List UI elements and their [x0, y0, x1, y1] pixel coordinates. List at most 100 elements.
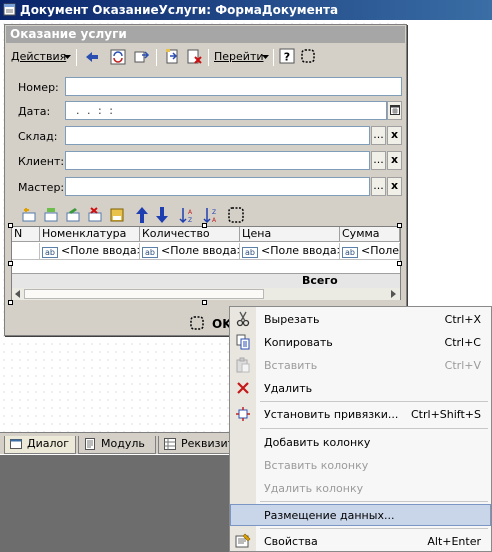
- column-header-price[interactable]: Цена: [240, 227, 340, 242]
- menu-item-label: Свойства: [264, 535, 318, 548]
- cell-placeholder: <Поле ввода>: [361, 244, 400, 257]
- selection-handle[interactable]: [397, 223, 402, 228]
- svg-text:A: A: [212, 217, 217, 224]
- master-clear-button[interactable]: x: [387, 177, 402, 196]
- master-label: Мастер:: [18, 181, 65, 194]
- dotted-square-icon[interactable]: [300, 48, 316, 64]
- menu-item-shortcut: Ctrl+V: [444, 359, 481, 372]
- menu-item-insert-column[interactable]: Вставить колонку: [230, 454, 491, 476]
- cell-placeholder: <Поле ввода>: [61, 244, 140, 257]
- svg-text:?: ?: [284, 51, 290, 64]
- module-icon: [85, 438, 95, 450]
- menu-item-shortcut: Ctrl+X: [444, 313, 481, 326]
- toolbar-separator: [273, 49, 274, 66]
- form-window[interactable]: Оказание услуги Действия Перейти ? Номер…: [4, 24, 407, 336]
- cell-placeholder: <Поле ввода>: [161, 244, 240, 257]
- document-arrow-icon[interactable]: [164, 48, 181, 65]
- menu-item-label: Добавить колонку: [264, 436, 371, 449]
- selection-handle[interactable]: [202, 223, 207, 228]
- menu-item-set-bindings[interactable]: Установить привязки... Ctrl+Shift+S: [230, 403, 491, 425]
- sort-ascending-icon[interactable]: AZ: [179, 206, 197, 224]
- selection-handle[interactable]: [8, 223, 13, 228]
- warehouse-field[interactable]: [65, 126, 370, 145]
- selection-handle[interactable]: [8, 261, 13, 266]
- svg-text:A: A: [188, 209, 193, 216]
- column-header-quantity[interactable]: Количество: [140, 227, 240, 242]
- client-select-button[interactable]: ...: [371, 151, 386, 170]
- arrow-left-icon[interactable]: [84, 49, 100, 65]
- menu-item-data-placement[interactable]: Размещение данных...: [230, 504, 491, 526]
- scrollbar-thumb[interactable]: [24, 289, 264, 299]
- properties-icon: [235, 533, 251, 548]
- warehouse-select-button[interactable]: ...: [371, 126, 386, 145]
- menu-item-copy[interactable]: Копировать Ctrl+C: [230, 331, 491, 353]
- master-field[interactable]: [65, 177, 370, 196]
- menu-item-label: Вырезать: [264, 313, 320, 326]
- goto-menu[interactable]: Перейти: [214, 50, 264, 63]
- tab-module[interactable]: Модуль: [78, 436, 156, 454]
- form-title: Оказание услуги: [10, 27, 127, 41]
- horizontal-scrollbar[interactable]: [12, 288, 400, 300]
- selection-handle[interactable]: [202, 300, 207, 305]
- selection-handle[interactable]: [8, 300, 13, 305]
- end-edit-icon[interactable]: [109, 207, 125, 223]
- number-field[interactable]: [65, 77, 402, 96]
- column-header-item[interactable]: Номенклатура: [40, 227, 140, 242]
- dotted-square-icon[interactable]: [227, 206, 245, 224]
- tab-dialog-label: Диалог: [27, 437, 70, 450]
- attributes-icon: [164, 438, 176, 450]
- warehouse-clear-button[interactable]: x: [387, 126, 402, 145]
- date-field[interactable]: . . : :: [65, 101, 387, 120]
- sort-descending-icon[interactable]: ZA: [203, 206, 221, 224]
- menu-item-paste[interactable]: Вставить Ctrl+V: [230, 354, 491, 376]
- selection-handle[interactable]: [397, 261, 402, 266]
- scroll-right-icon[interactable]: [389, 290, 397, 298]
- swap-icon[interactable]: [134, 49, 150, 65]
- menu-item-add-column[interactable]: Добавить колонку: [230, 431, 491, 453]
- delete-document-icon[interactable]: [186, 48, 203, 65]
- client-clear-button[interactable]: x: [387, 151, 402, 170]
- delete-row-icon[interactable]: [87, 207, 103, 223]
- tab-attributes[interactable]: Реквизиты: [158, 436, 243, 454]
- table-cell-price[interactable]: ab <Поле ввода>: [240, 243, 340, 260]
- menu-item-delete-column[interactable]: Удалить колонку: [230, 477, 491, 499]
- text-field-icon: ab: [342, 247, 358, 258]
- client-field[interactable]: [65, 151, 370, 170]
- copy-row-icon[interactable]: [43, 207, 59, 223]
- text-field-icon: ab: [142, 247, 158, 258]
- dotted-square-icon[interactable]: [189, 315, 205, 331]
- tab-module-label: Модуль: [101, 437, 145, 450]
- refresh-icon[interactable]: [110, 49, 126, 65]
- items-table[interactable]: N Номенклатура Количество Цена Сумма ab <…: [11, 226, 401, 300]
- move-down-icon[interactable]: [155, 206, 169, 224]
- chevron-down-icon[interactable]: [262, 55, 269, 59]
- move-up-icon[interactable]: [135, 206, 149, 224]
- column-header-sum[interactable]: Сумма: [340, 227, 400, 242]
- help-icon[interactable]: ?: [279, 48, 295, 64]
- table-cell-sum[interactable]: ab<Поле ввода>: [340, 243, 400, 260]
- table-footer: Всего: [12, 273, 400, 288]
- scroll-left-icon[interactable]: [14, 290, 22, 298]
- menu-separator: [260, 528, 488, 529]
- master-select-button[interactable]: ...: [371, 177, 386, 196]
- form-header: Оказание услуги: [6, 26, 405, 43]
- tab-dialog[interactable]: Диалог: [4, 436, 76, 454]
- menu-item-delete[interactable]: Удалить: [230, 377, 491, 399]
- actions-menu[interactable]: Действия: [11, 50, 66, 63]
- column-header-n[interactable]: N: [12, 227, 40, 242]
- toolbar-separator: [208, 49, 209, 66]
- table-cell-quantity[interactable]: ab <Поле ввода>: [140, 243, 240, 260]
- chevron-down-icon[interactable]: [64, 55, 71, 59]
- menu-item-label: Копировать: [264, 336, 333, 349]
- menu-item-cut[interactable]: Вырезать Ctrl+X: [230, 308, 491, 330]
- total-label: Всего: [302, 274, 338, 287]
- window-titlebar: Документ ОказаниеУслуги: ФормаДокумента: [0, 0, 492, 20]
- menu-item-properties[interactable]: Свойства Alt+Enter: [230, 530, 491, 552]
- add-row-icon[interactable]: [21, 207, 37, 223]
- edit-row-icon[interactable]: [65, 207, 81, 223]
- context-menu: Вырезать Ctrl+X Копировать Ctrl+C Встави…: [229, 306, 492, 552]
- client-label: Клиент:: [18, 155, 65, 168]
- calendar-button[interactable]: [387, 101, 402, 120]
- table-cell-item[interactable]: ab <Поле ввода>: [40, 243, 140, 260]
- table-cell-n[interactable]: [12, 243, 40, 260]
